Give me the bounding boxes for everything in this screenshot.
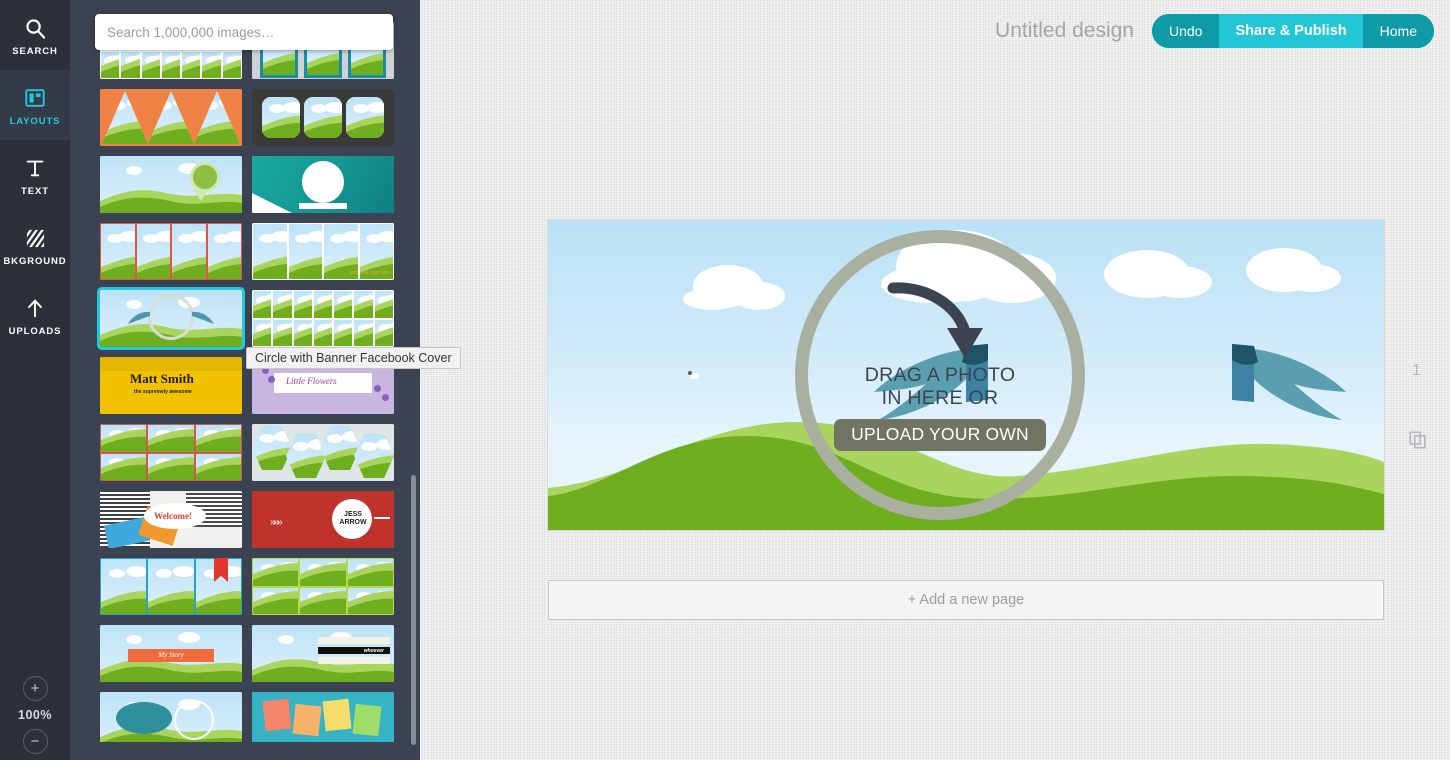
sidebar-item-text[interactable]: TEXT xyxy=(0,140,70,210)
sidebar-item-uploads[interactable]: UPLOADS xyxy=(0,280,70,350)
layout-thumb-i-am-whoever[interactable]: whoever xyxy=(252,625,394,682)
cloud-icon xyxy=(733,282,785,310)
cloud-icon xyxy=(1148,266,1212,298)
layouts-row xyxy=(70,290,414,347)
layout-thumb-red-four-panel[interactable] xyxy=(100,223,242,280)
home-button[interactable]: Home xyxy=(1363,14,1434,48)
search-field-wrapper xyxy=(95,14,393,50)
layout-thumb-green-grid-seven[interactable] xyxy=(252,290,394,347)
layout-thumb-sticky-notes[interactable] xyxy=(252,692,394,742)
layout-thumb-red-collage-six[interactable] xyxy=(100,424,242,481)
layouts-panel: add your text here Matt Smiththe supremel… xyxy=(70,0,420,760)
layout-thumb-teal-bubble-circle[interactable] xyxy=(100,692,242,742)
layout-thumb-text-here-panel[interactable]: add your text here xyxy=(252,223,394,280)
drag-photo-line2: IN HERE OR xyxy=(882,387,999,410)
page-title[interactable]: Untitled design xyxy=(995,19,1134,43)
layout-thumb-circle-banner-fb[interactable] xyxy=(100,290,242,347)
layout-thumb-ribbon-bookmark[interactable] xyxy=(100,558,242,615)
layout-thumb-welcome-pattern[interactable]: Welcome! xyxy=(100,491,242,548)
sidebar-item-bkground[interactable]: BKGROUND xyxy=(0,210,70,280)
layouts-row xyxy=(70,156,414,213)
layouts-row xyxy=(70,424,414,481)
sidebar-label-bkground-text: TEXT xyxy=(21,186,49,197)
zoom-out-button[interactable]: − xyxy=(23,729,48,754)
sheep-icon xyxy=(690,373,699,379)
design-page[interactable]: DRAG A PHOTO IN HERE OR UPLOAD YOUR OWN xyxy=(548,220,1384,530)
layouts-row xyxy=(70,558,414,615)
hatch-icon xyxy=(25,223,46,253)
sidebar-item-layouts[interactable]: LAYOUTS xyxy=(0,70,70,140)
sidebar-label-search: SEARCH xyxy=(12,46,58,57)
layout-thumb-lime-grid-six[interactable] xyxy=(252,558,394,615)
text-icon xyxy=(24,153,46,183)
layout-thumb-dark-scallops[interactable] xyxy=(252,89,394,146)
header-actions: Undo Share & Publish Home xyxy=(1152,14,1434,48)
sidebar-label-uploads: UPLOADS xyxy=(9,326,62,337)
layouts-icon xyxy=(24,83,46,113)
duplicate-page-icon[interactable] xyxy=(1408,430,1428,455)
layout-thumb-my-story-banner[interactable]: My Story xyxy=(100,625,242,682)
layout-thumb-orange-triangles[interactable] xyxy=(100,89,242,146)
zoom-level-value: 100% xyxy=(18,708,52,722)
panel-scrollbar-thumb[interactable] xyxy=(411,475,416,745)
top-bar: Untitled design Undo Share & Publish Hom… xyxy=(420,0,1450,62)
layouts-row xyxy=(70,692,414,742)
cloud-icon xyxy=(1283,264,1341,292)
left-icon-rail: SEARCH LAYOUTS TEXT B xyxy=(0,0,70,760)
layouts-row xyxy=(70,89,414,146)
sidebar-label-layouts: LAYOUTS xyxy=(10,116,61,127)
layout-thumb-map-pin-sara[interactable] xyxy=(100,156,242,213)
layouts-thumbnail-grid[interactable]: add your text here Matt Smiththe supremel… xyxy=(70,0,414,742)
layout-thumb-hexagon-photos[interactable] xyxy=(252,424,394,481)
search-input[interactable] xyxy=(95,14,393,50)
undo-button[interactable]: Undo xyxy=(1152,14,1219,48)
curved-arrow-icon xyxy=(885,278,995,364)
layouts-row: Welcome!JESSARROW»»» xyxy=(70,491,414,548)
upload-your-own-button[interactable]: UPLOAD YOUR OWN xyxy=(834,419,1046,451)
cloud-icon xyxy=(683,288,741,310)
photo-drop-zone[interactable]: DRAG A PHOTO IN HERE OR UPLOAD YOUR OWN xyxy=(795,230,1085,520)
page-number: 1 xyxy=(1412,362,1421,380)
search-icon xyxy=(24,13,47,43)
layout-thumb-tranquility-teal[interactable] xyxy=(252,156,394,213)
zoom-in-button[interactable]: + xyxy=(23,676,48,701)
share-publish-button[interactable]: Share & Publish xyxy=(1219,14,1362,48)
layout-thumb-jess-arrow-red[interactable]: JESSARROW»»» xyxy=(252,491,394,548)
zoom-controls: + 100% − xyxy=(0,676,70,754)
upload-arrow-icon xyxy=(24,293,46,323)
layouts-row: My Storywhoever xyxy=(70,625,414,682)
sidebar-item-search[interactable]: SEARCH xyxy=(0,0,70,70)
sidebar-label-bkground: BKGROUND xyxy=(3,256,66,267)
layouts-row: add your text here xyxy=(70,223,414,280)
layout-thumb-matt-smith-yellow[interactable]: Matt Smiththe supremely awesome xyxy=(100,357,242,414)
layout-tooltip: Circle with Banner Facebook Cover xyxy=(246,347,461,369)
add-new-page-button[interactable]: + Add a new page xyxy=(548,580,1384,620)
drag-photo-line1: DRAG A PHOTO xyxy=(865,364,1016,387)
